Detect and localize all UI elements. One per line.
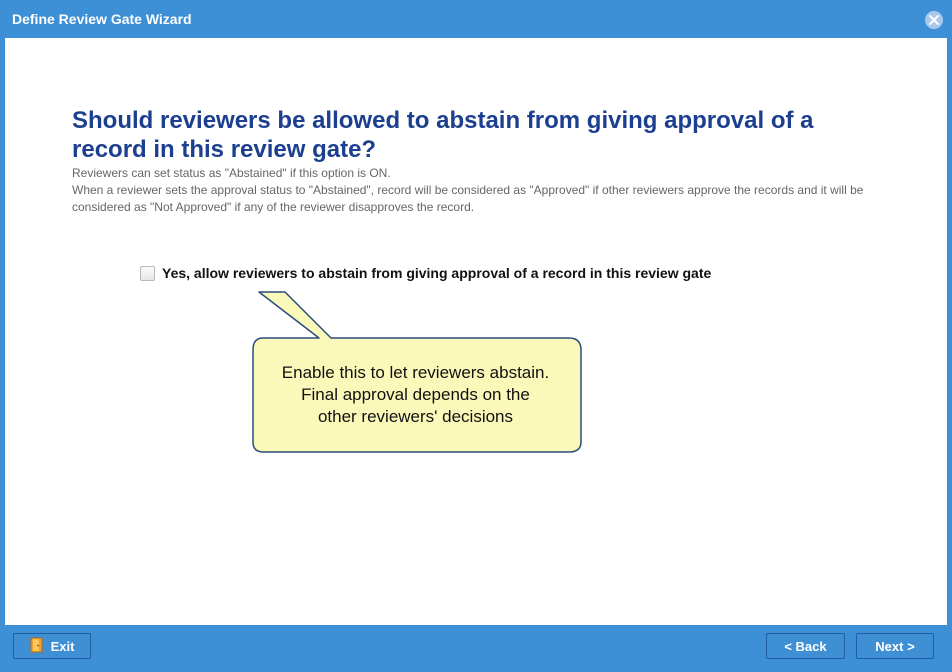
abstain-option[interactable]: Yes, allow reviewers to abstain from giv… <box>140 265 711 281</box>
abstain-checkbox[interactable] <box>140 265 155 281</box>
title-bar: Define Review Gate Wizard <box>0 0 952 38</box>
question-heading: Should reviewers be allowed to abstain f… <box>72 107 814 163</box>
back-button[interactable]: < Back <box>766 633 845 659</box>
exit-button[interactable]: Exit <box>13 633 91 659</box>
wizard-footer: Exit < Back Next > <box>0 625 952 672</box>
question-description: Reviewers can set status as "Abstained" … <box>72 165 892 216</box>
description-line-1: Reviewers can set status as "Abstained" … <box>72 166 391 180</box>
callout-text: Enable this to let reviewers abstain. Fi… <box>252 338 579 452</box>
wizard-window: Define Review Gate Wizard Should reviewe… <box>0 0 952 672</box>
next-button[interactable]: Next > <box>856 633 934 659</box>
exit-door-icon <box>30 637 43 656</box>
window-title: Define Review Gate Wizard <box>12 11 192 27</box>
exit-button-label: Exit <box>50 638 75 654</box>
close-icon <box>929 15 939 25</box>
abstain-option-label[interactable]: Yes, allow reviewers to abstain from giv… <box>162 265 711 281</box>
description-line-2: When a reviewer sets the approval status… <box>72 183 864 214</box>
callout-message: Enable this to let reviewers abstain. Fi… <box>281 363 550 426</box>
wizard-content: Should reviewers be allowed to abstain f… <box>5 38 947 625</box>
close-button[interactable] <box>925 11 943 29</box>
